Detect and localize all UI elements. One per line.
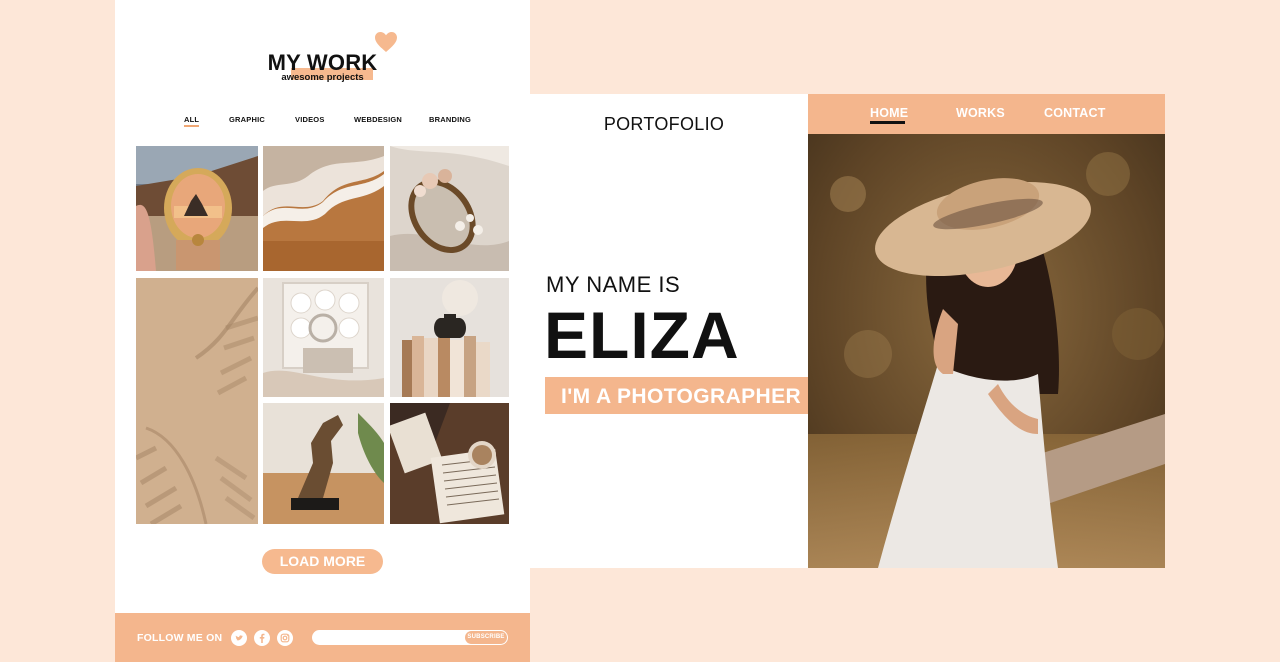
hands-sculpture-photo[interactable]: [263, 403, 384, 524]
footer: FOLLOW ME ON SUBSCRIBE: [115, 613, 530, 662]
role-text: I'M A PHOTOGRAPHER: [561, 385, 802, 408]
load-more-button[interactable]: LOAD MORE: [262, 549, 383, 574]
nav-contact[interactable]: CONTACT: [1044, 106, 1106, 120]
flower-mirror-photo[interactable]: [390, 146, 509, 271]
top-nav: HOME WORKS CONTACT: [808, 94, 1165, 134]
role-banner: I'M A PHOTOGRAPHER: [545, 377, 808, 414]
facebook-icon[interactable]: [254, 630, 270, 646]
twitter-icon[interactable]: [231, 630, 247, 646]
mirror-beach-photo[interactable]: [136, 146, 258, 271]
portfolio-hero: PORTOFOLIO MY NAME IS ELIZA I'M A PHOTOG…: [530, 94, 808, 568]
palm-shadow-photo[interactable]: [136, 278, 258, 524]
my-work-page: MY WORK awesome projects ALL GRAPHIC VID…: [115, 0, 530, 662]
subscribe-button[interactable]: SUBSCRIBE: [465, 631, 507, 644]
brand-logo[interactable]: PORTOFOLIO: [530, 114, 798, 135]
nav-home[interactable]: HOME: [870, 106, 908, 120]
instagram-icon[interactable]: [277, 630, 293, 646]
follow-label: FOLLOW ME ON: [137, 632, 223, 644]
books-vase-photo[interactable]: [390, 278, 509, 397]
journal-coffee-photo[interactable]: [390, 403, 509, 524]
nav-active-indicator: [870, 121, 905, 124]
sand-waves-photo[interactable]: [263, 146, 384, 271]
hero-photo: [808, 134, 1165, 568]
intro-text: MY NAME IS: [546, 272, 681, 297]
hero-name: ELIZA: [544, 298, 740, 372]
nav-works[interactable]: WORKS: [956, 106, 1005, 120]
white-roses-box-photo[interactable]: [263, 278, 384, 397]
